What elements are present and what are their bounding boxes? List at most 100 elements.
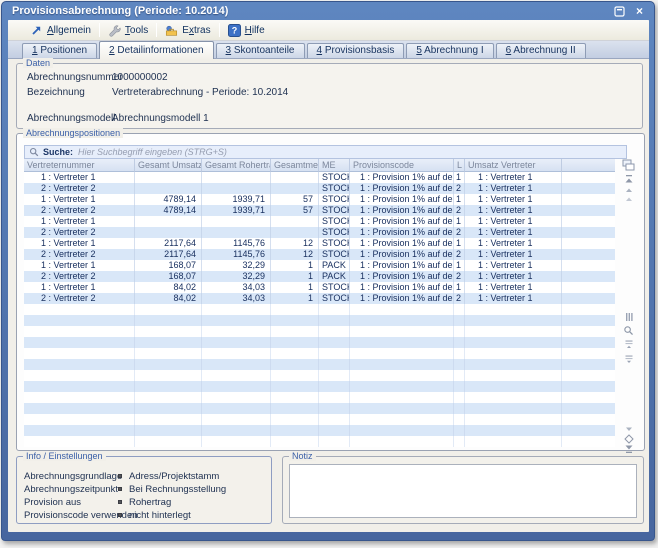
title-bar[interactable]: Provisionsabrechnung (Periode: 10.2014) … [2, 2, 654, 20]
table-cell [562, 183, 615, 194]
table-cell: 168,07 [135, 260, 202, 271]
data-grid: Vertreternummer Gesamt Umsatz EUR Gesamt… [24, 159, 615, 447]
tab-provisionsbasis[interactable]: 4 Provisionsbasis [307, 43, 405, 58]
table-cell: 1 : Provision 1% auf den v [350, 194, 454, 205]
find-rows-button[interactable] [622, 324, 635, 337]
menu-allgemein[interactable]: Allgemein [22, 20, 99, 41]
menu-label: Hilfe [245, 25, 265, 36]
table-cell: 1 : Provision 1% auf den v [350, 249, 454, 260]
daten-group: Daten Abrechnungsnummer 1000000002 Bezei… [16, 63, 643, 129]
notiz-group: Notiz [282, 456, 644, 524]
table-cell: 1 : Provision 1% auf den v [350, 271, 454, 282]
column-header[interactable]: Umsatz Vertreter [465, 159, 562, 172]
table-cell: 2117,64 [135, 238, 202, 249]
table-cell [562, 282, 615, 293]
table-cell: 1145,76 [202, 238, 271, 249]
table-cell [202, 216, 271, 227]
table-cell: 32,29 [202, 271, 271, 282]
table-cell: 57 [271, 205, 319, 216]
table-cell: 1 : Vertreter 1 [465, 249, 562, 260]
scroll-to-bottom-button[interactable] [622, 442, 635, 455]
table-cell: 1 : Vertreter 1 [465, 205, 562, 216]
column-header[interactable]: Gesamt Rohertrag EUR [202, 159, 271, 172]
table-row[interactable]: 1 : Vertreter 1168,0732,291PACK1 : Provi… [24, 260, 615, 271]
menu-extras[interactable]: Extras [157, 20, 218, 41]
table-row[interactable]: 2 : Vertreter 2STOCK1 : Provision 1% auf… [24, 183, 615, 194]
field-label: Bezeichnung [27, 87, 85, 98]
field-label: Provision aus [24, 497, 81, 508]
table-cell: 2 [454, 183, 465, 194]
abrechnungspositionen-group: Abrechnungspositionen Suche: Vertreternu… [16, 133, 645, 451]
table-cell: STOCK [319, 282, 350, 293]
table-cell: 1 [454, 194, 465, 205]
table-cell: 168,07 [135, 271, 202, 282]
window-title: Provisionsabrechnung (Periode: 10.2014) [12, 5, 228, 17]
table-row[interactable]: 2 : Vertreter 284,0234,031STOCK1 : Provi… [24, 293, 615, 304]
table-filler-row [24, 425, 615, 436]
menu-tools[interactable]: Tools [100, 20, 156, 41]
table-cell: STOCK [319, 238, 350, 249]
table-row[interactable]: 2 : Vertreter 2STOCK1 : Provision 1% auf… [24, 227, 615, 238]
info-einstellungen-group: Info / Einstellungen Abrechnungsgrundlag… [16, 456, 272, 524]
tab-abrechnung-1[interactable]: 5 Abrechnung I [406, 43, 493, 58]
table-row[interactable]: 1 : Vertreter 1STOCK1 : Provision 1% auf… [24, 216, 615, 227]
customize-button[interactable] [622, 310, 635, 323]
page-down-button[interactable] [622, 352, 635, 365]
column-chooser-button[interactable] [622, 159, 635, 172]
table-row[interactable]: 2 : Vertreter 2168,0732,291PACK1 : Provi… [24, 271, 615, 282]
table-cell [202, 172, 271, 183]
notiz-group-label: Notiz [289, 451, 316, 461]
maximize-icon [614, 6, 625, 17]
table-cell: 34,03 [202, 293, 271, 304]
tab-detailinformationen[interactable]: 2 Detailinformationen [99, 41, 214, 59]
table-cell: 1 : Vertreter 1 [24, 282, 135, 293]
table-row[interactable]: 1 : Vertreter 184,0234,031STOCK1 : Provi… [24, 282, 615, 293]
bullet-icon [118, 474, 122, 478]
table-cell: 1 [454, 282, 465, 293]
table-row[interactable]: 1 : Vertreter 14789,141939,7157STOCK1 : … [24, 194, 615, 205]
tab-abrechnung-2[interactable]: 6 Abrechnung II [496, 43, 586, 58]
tab-skontoanteile[interactable]: 3 Skontoanteile [216, 43, 305, 58]
table-cell [562, 194, 615, 205]
close-button[interactable]: × [633, 5, 646, 18]
search-input[interactable] [78, 146, 622, 158]
notiz-textarea[interactable] [289, 464, 637, 518]
table-filler-row [24, 326, 615, 337]
table-row[interactable]: 1 : Vertreter 12117,641145,7612STOCK1 : … [24, 238, 615, 249]
table-cell: 1 : Vertreter 1 [24, 216, 135, 227]
column-header[interactable]: Gesamtmenge [271, 159, 319, 172]
chevron-up-icon [624, 194, 634, 204]
table-cell: 1 : Vertreter 1 [465, 271, 562, 282]
column-header[interactable]: Vertreternummer [24, 159, 135, 172]
scroll-up-button-2[interactable] [622, 192, 635, 205]
table-row[interactable]: 2 : Vertreter 22117,641145,7612STOCK1 : … [24, 249, 615, 260]
column-header[interactable]: Gesamt Umsatz EUR [135, 159, 202, 172]
column-header[interactable]: ME [319, 159, 350, 172]
table-cell [202, 183, 271, 194]
table-cell: 1145,76 [202, 249, 271, 260]
column-header[interactable]: Provisionscode [350, 159, 454, 172]
table-row[interactable]: 1 : Vertreter 1STOCK1 : Provision 1% auf… [24, 172, 615, 183]
menu-label: Extras [182, 25, 210, 36]
search-label: Suche: [43, 147, 73, 157]
table-cell: 1 : Vertreter 1 [465, 238, 562, 249]
field-label: Abrechnungsmodell [27, 113, 115, 124]
table-filler-row [24, 436, 615, 447]
table-cell [135, 227, 202, 238]
table-filler-row [24, 315, 615, 326]
table-cell: STOCK [319, 183, 350, 194]
table-cell: 12 [271, 238, 319, 249]
column-header[interactable]: L [454, 159, 465, 172]
tab-positionen[interactable]: 1 Positionen [22, 43, 97, 58]
menu-hilfe[interactable]: ? Hilfe [220, 20, 273, 41]
maximize-button[interactable] [613, 5, 626, 18]
table-cell [562, 205, 615, 216]
table-cell: 1 : Vertreter 1 [465, 172, 562, 183]
table-filler-row [24, 348, 615, 359]
page-up-button[interactable] [622, 337, 635, 350]
table-cell: STOCK [319, 227, 350, 238]
table-row[interactable]: 2 : Vertreter 24789,141939,7157STOCK1 : … [24, 205, 615, 216]
table-cell [562, 216, 615, 227]
table-cell: 1 : Provision 1% auf den v [350, 216, 454, 227]
table-filler-row [24, 370, 615, 381]
